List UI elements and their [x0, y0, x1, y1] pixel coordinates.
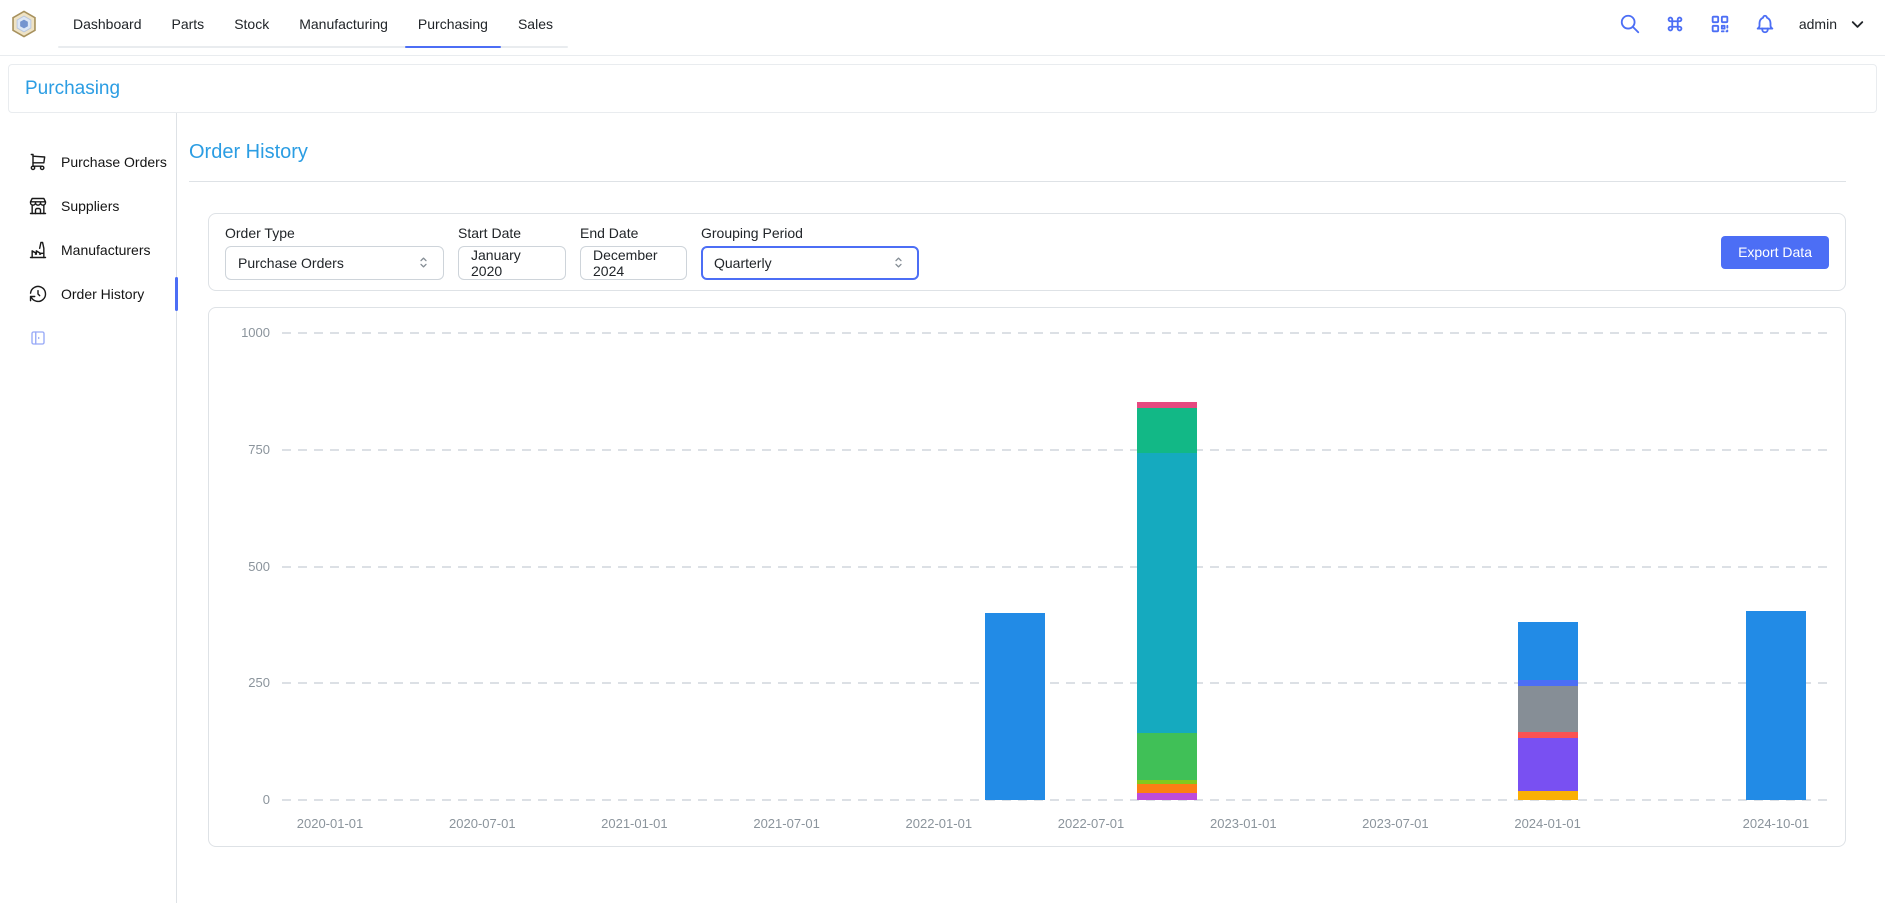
start-date-input[interactable]: January 2020 — [458, 246, 566, 280]
sidebar-item-order-history[interactable]: Order History — [0, 272, 176, 316]
chart-bar[interactable] — [985, 613, 1045, 800]
gridline — [282, 566, 1830, 568]
x-axis-tick-label: 2022-01-01 — [874, 816, 1004, 831]
sidebar-item-label: Order History — [61, 286, 144, 302]
shopping-cart-icon — [28, 152, 48, 172]
order-type-field: Order Type Purchase Orders — [225, 225, 444, 280]
nav-tab-stock[interactable]: Stock — [219, 0, 284, 48]
start-date-field: Start Date January 2020 — [458, 225, 566, 280]
bar-segment — [1137, 453, 1197, 733]
user-menu[interactable]: admin — [1799, 15, 1867, 34]
section-divider — [189, 181, 1846, 182]
nav-actions: admin — [1619, 13, 1867, 35]
sidebar: Purchase Orders Suppliers Manufacturers — [0, 113, 177, 903]
app-logo-icon[interactable] — [10, 10, 38, 38]
x-axis-tick-label: 2021-07-01 — [722, 816, 852, 831]
bar-segment — [1518, 738, 1578, 790]
history-clock-icon — [28, 284, 48, 304]
y-axis-tick-label: 500 — [215, 559, 270, 574]
x-axis-tick-label: 2020-07-01 — [417, 816, 547, 831]
order-type-value: Purchase Orders — [238, 255, 344, 271]
gridline — [282, 449, 1830, 451]
chart-bar[interactable] — [1137, 402, 1197, 800]
sidebar-collapse-icon[interactable] — [29, 329, 47, 347]
content-area: Purchase Orders Suppliers Manufacturers — [0, 113, 1885, 903]
nav-tab-dashboard[interactable]: Dashboard — [58, 0, 157, 48]
page-title: Purchasing — [25, 78, 120, 100]
grouping-period-field: Grouping Period Quarterly — [701, 225, 919, 280]
building-store-icon — [28, 196, 48, 216]
section-title: Order History — [189, 141, 1846, 164]
sidebar-item-suppliers[interactable]: Suppliers — [0, 184, 176, 228]
nav-tab-sales[interactable]: Sales — [503, 0, 568, 48]
start-date-value: January 2020 — [471, 247, 553, 279]
sidebar-item-label: Manufacturers — [61, 242, 150, 258]
header-divider — [0, 55, 1885, 56]
sidebar-item-label: Suppliers — [61, 198, 119, 214]
x-axis-tick-label: 2024-01-01 — [1483, 816, 1613, 831]
bell-icon[interactable] — [1754, 13, 1776, 35]
selector-icon — [891, 255, 906, 270]
sidebar-item-manufacturers[interactable]: Manufacturers — [0, 228, 176, 272]
chart-bar[interactable] — [1518, 622, 1578, 800]
x-axis-tick-label: 2023-01-01 — [1178, 816, 1308, 831]
selector-icon — [416, 255, 431, 270]
x-axis-tick-label: 2023-07-01 — [1330, 816, 1460, 831]
gridline — [282, 682, 1830, 684]
bar-segment — [1518, 791, 1578, 800]
y-axis-tick-label: 0 — [215, 792, 270, 807]
bar-segment — [1518, 622, 1578, 681]
qrcode-scan-icon[interactable] — [1709, 13, 1731, 35]
search-icon[interactable] — [1619, 13, 1641, 35]
x-axis-tick-label: 2020-01-01 — [265, 816, 395, 831]
y-axis-tick-label: 1000 — [215, 325, 270, 340]
bar-segment — [1137, 793, 1197, 800]
username: admin — [1799, 16, 1837, 32]
gridline — [282, 332, 1830, 334]
bar-segment — [1137, 784, 1197, 793]
y-axis-tick-label: 750 — [215, 442, 270, 457]
main-nav-tabs: Dashboard Parts Stock Manufacturing Purc… — [58, 0, 568, 48]
end-date-field: End Date December 2024 — [580, 225, 687, 280]
filter-panel: Order Type Purchase Orders Start Date Ja… — [208, 213, 1846, 291]
y-axis-tick-label: 250 — [215, 675, 270, 690]
chart-bar[interactable] — [1746, 611, 1806, 800]
start-date-label: Start Date — [458, 225, 566, 241]
order-type-label: Order Type — [225, 225, 444, 241]
end-date-value: December 2024 — [593, 247, 674, 279]
x-axis-tick-label: 2022-07-01 — [1026, 816, 1156, 831]
end-date-input[interactable]: December 2024 — [580, 246, 687, 280]
end-date-label: End Date — [580, 225, 687, 241]
gridline — [282, 799, 1830, 801]
sidebar-item-label: Purchase Orders — [61, 154, 167, 170]
command-icon[interactable] — [1664, 13, 1686, 35]
export-data-button[interactable]: Export Data — [1721, 236, 1829, 269]
breadcrumb-panel: Purchasing — [8, 64, 1877, 113]
nav-tab-parts[interactable]: Parts — [157, 0, 220, 48]
x-axis-tick-label: 2021-01-01 — [569, 816, 699, 831]
bar-segment — [1518, 686, 1578, 732]
order-type-select[interactable]: Purchase Orders — [225, 246, 444, 280]
bar-segment — [1137, 733, 1197, 780]
bar-segment — [1137, 408, 1197, 453]
chevron-down-icon — [1848, 15, 1867, 34]
main-panel: Order History Order Type Purchase Orders… — [177, 113, 1885, 903]
grouping-period-value: Quarterly — [714, 255, 772, 271]
order-history-chart: 0 250 500 750 1000 2020-01-01 2020-07-01 2021-0… — [208, 307, 1846, 847]
top-navigation: Dashboard Parts Stock Manufacturing Purc… — [0, 0, 1885, 48]
building-factory-icon — [28, 240, 48, 260]
nav-tab-manufacturing[interactable]: Manufacturing — [284, 0, 403, 48]
grouping-period-label: Grouping Period — [701, 225, 919, 241]
bar-segment — [1746, 611, 1806, 800]
grouping-period-select[interactable]: Quarterly — [701, 246, 919, 280]
sidebar-item-purchase-orders[interactable]: Purchase Orders — [0, 140, 176, 184]
bar-segment — [985, 613, 1045, 800]
nav-tab-purchasing[interactable]: Purchasing — [403, 0, 503, 48]
x-axis-tick-label: 2024-10-01 — [1711, 816, 1841, 831]
